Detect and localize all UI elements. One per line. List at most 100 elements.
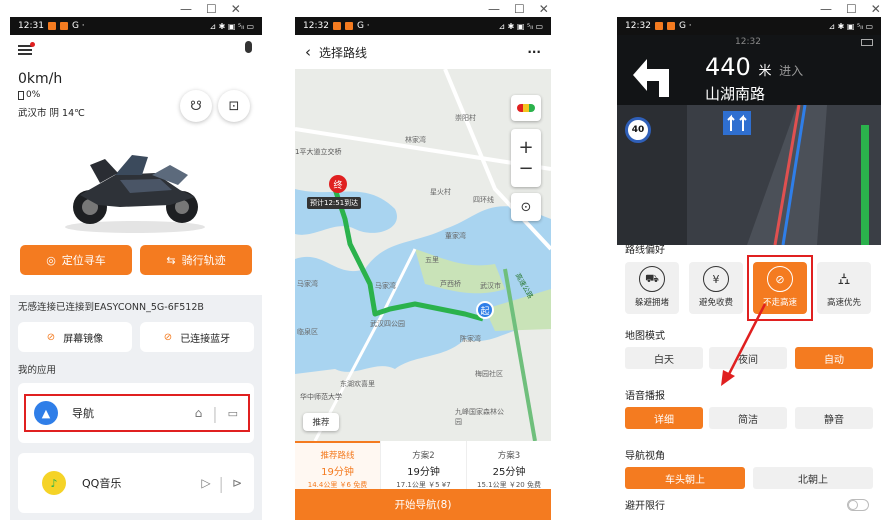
bluetooth-button[interactable]: ⊘ 已连接蓝牙: [140, 322, 254, 352]
navigation-app-icon: ▲: [34, 401, 58, 425]
pref-highway-first[interactable]: ⛼ 高速优先: [817, 262, 871, 314]
recommend-toggle[interactable]: 推荐: [303, 413, 339, 431]
next-icon[interactable]: ⊳: [232, 476, 242, 490]
minimize-button[interactable]: —: [488, 2, 500, 16]
locate-vehicle-label: 定位寻车: [61, 254, 106, 267]
turn-left-arrow-icon: [633, 59, 669, 97]
car-icon: ⛟: [639, 266, 665, 292]
maximize-button[interactable]: ☐: [514, 2, 525, 16]
traffic-icon: [517, 104, 535, 112]
status-time: 12:32: [625, 21, 651, 31]
status-time: 12:31: [18, 21, 44, 31]
map-mode-auto[interactable]: 自动: [795, 347, 873, 369]
view-north-up[interactable]: 北朝上: [753, 467, 873, 489]
ride-track-button[interactable]: ⇆ 骑行轨迹: [140, 245, 252, 275]
route-header: ‹ 选择路线 ···: [295, 35, 551, 69]
map-label: 董家湾: [445, 232, 466, 240]
plan-time: 19分钟: [321, 467, 354, 478]
avoid-restriction-toggle[interactable]: [847, 499, 869, 511]
minimize-button[interactable]: —: [180, 2, 192, 16]
avoid-restriction-label: 避开限行: [625, 501, 665, 512]
highway-icon: ⛼: [837, 268, 851, 288]
route-plan-option[interactable]: 方案3 25分钟 15.1公里 ￥20 免费: [466, 441, 551, 489]
lock-button[interactable]: ⊡: [218, 90, 250, 122]
play-icon[interactable]: ▷: [201, 476, 210, 490]
route-map[interactable]: 崇阳村 林家湾 1平大道立交桥 星火村 四环线 董家湾 五里 芦西桥 武汉市 马…: [295, 69, 551, 441]
pref-avoid-congestion[interactable]: ⛟ 躲避拥堵: [625, 262, 679, 314]
lake-area: [295, 206, 551, 374]
voice-heading: 语音播报: [625, 391, 665, 402]
status-bar: 12:31 G · ⊿ ✱ ▣ ⁵ₗₗ ▭: [10, 17, 262, 35]
distance-value: 440: [705, 53, 751, 81]
map-label: 九峰国家森林公园: [455, 408, 504, 426]
track-icon: ⇆: [166, 253, 176, 267]
voice-concise[interactable]: 简洁: [709, 407, 787, 429]
map-label: 马家湾: [375, 282, 396, 290]
battery-status: 0%: [18, 90, 40, 100]
zoom-out-icon[interactable]: −: [518, 158, 533, 179]
route-plan-option[interactable]: 方案2 19分钟 17.1公里 ￥5 ¥7: [380, 441, 466, 489]
map-label: 1平大道立交桥: [295, 148, 342, 156]
app-card-qq-music[interactable]: ♪ QQ音乐 ▷ | ⊳: [18, 453, 254, 513]
yuan-icon: ¥: [703, 266, 729, 292]
page-title: 选择路线: [319, 45, 368, 60]
map-label: 梅园社区: [475, 370, 503, 378]
clock-text: 12:32: [735, 37, 761, 47]
eta-tooltip: 预计12:51到达: [307, 197, 362, 209]
back-icon[interactable]: ‹: [305, 43, 311, 61]
close-button[interactable]: ✕: [539, 2, 549, 16]
map-label: 马家湾: [297, 280, 318, 288]
minimize-button[interactable]: —: [820, 2, 832, 16]
voice-detailed[interactable]: 详细: [625, 407, 703, 429]
destination-marker[interactable]: 终: [329, 175, 347, 193]
start-navigation-button[interactable]: 开始导航(8): [295, 489, 551, 520]
status-icons: ⊿ ✱ ▣ ⁵ₗₗ ▭: [209, 21, 254, 31]
motorcycle-image: [65, 155, 205, 233]
menu-icon[interactable]: [18, 42, 35, 57]
screen-mirror-label: 屏幕镜像: [63, 333, 104, 345]
map-label: 武汉市: [480, 282, 501, 290]
app-notification-icon: [47, 22, 56, 30]
navigation-app-row[interactable]: ▲ 导航 ⌂ | ▭: [24, 394, 250, 432]
origin-marker[interactable]: 起: [476, 301, 494, 319]
plan-time: 19分钟: [407, 467, 440, 478]
crosshair-icon: ⊙: [520, 199, 532, 215]
traffic-toggle[interactable]: [511, 95, 541, 121]
divider: |: [212, 403, 218, 423]
view-heading: 导航视角: [625, 451, 665, 462]
divider: |: [218, 473, 224, 493]
view-heading-up[interactable]: 车头朝上: [625, 467, 745, 489]
locate-vehicle-button[interactable]: ◎ 定位寻车: [20, 245, 132, 275]
close-button[interactable]: ✕: [871, 2, 881, 16]
microphone-icon[interactable]: [245, 41, 252, 53]
distance-row: 440 米 进入: [705, 53, 803, 81]
map-mode-day[interactable]: 白天: [625, 347, 703, 369]
helmet-button[interactable]: ☋: [180, 90, 212, 122]
phone-navigation-settings: 12:32 G · ⊿ ✱ ▣ ⁵ₗₗ ▭ 12:32 440 米 进入 山湖南…: [617, 17, 881, 520]
briefcase-icon[interactable]: ▭: [228, 407, 238, 420]
zoom-in-icon[interactable]: +: [518, 137, 533, 158]
annotation-arrow: [721, 303, 767, 386]
app-notification-icon: [666, 22, 675, 30]
close-button[interactable]: ✕: [231, 2, 241, 16]
phone-home-screen: 12:31 G · ⊿ ✱ ▣ ⁵ₗₗ ▭ 0km/h 0% 武汉市 阴 14℃…: [10, 17, 262, 520]
locate-me-button[interactable]: ⊙: [511, 193, 541, 221]
app-notification-icon: [654, 22, 663, 30]
more-button[interactable]: ···: [527, 45, 541, 59]
map-canvas: [295, 69, 551, 441]
road-name: 山湖南路: [705, 85, 766, 103]
screen-mirror-button[interactable]: ⊘ 屏幕镜像: [18, 322, 132, 352]
battery-value: 0%: [26, 90, 41, 100]
voice-mute[interactable]: 静音: [795, 407, 873, 429]
status-time: 12:32: [303, 21, 329, 31]
status-carrier: G ·: [678, 21, 692, 31]
status-icons: ⊿ ✱ ▣ ⁵ₗₗ ▭: [828, 21, 873, 31]
home-icon[interactable]: ⌂: [195, 406, 203, 420]
app-notification-icon: [344, 22, 353, 30]
maximize-button[interactable]: ☐: [206, 2, 217, 16]
map-label: 华中师范大学: [300, 393, 342, 401]
maximize-button[interactable]: ☐: [846, 2, 857, 16]
battery-icon: [861, 39, 873, 46]
route-plan-option[interactable]: 推荐路线 19分钟 14.4公里 ￥6 免费: [295, 441, 380, 489]
bluetooth-label: 已连接蓝牙: [180, 333, 231, 345]
